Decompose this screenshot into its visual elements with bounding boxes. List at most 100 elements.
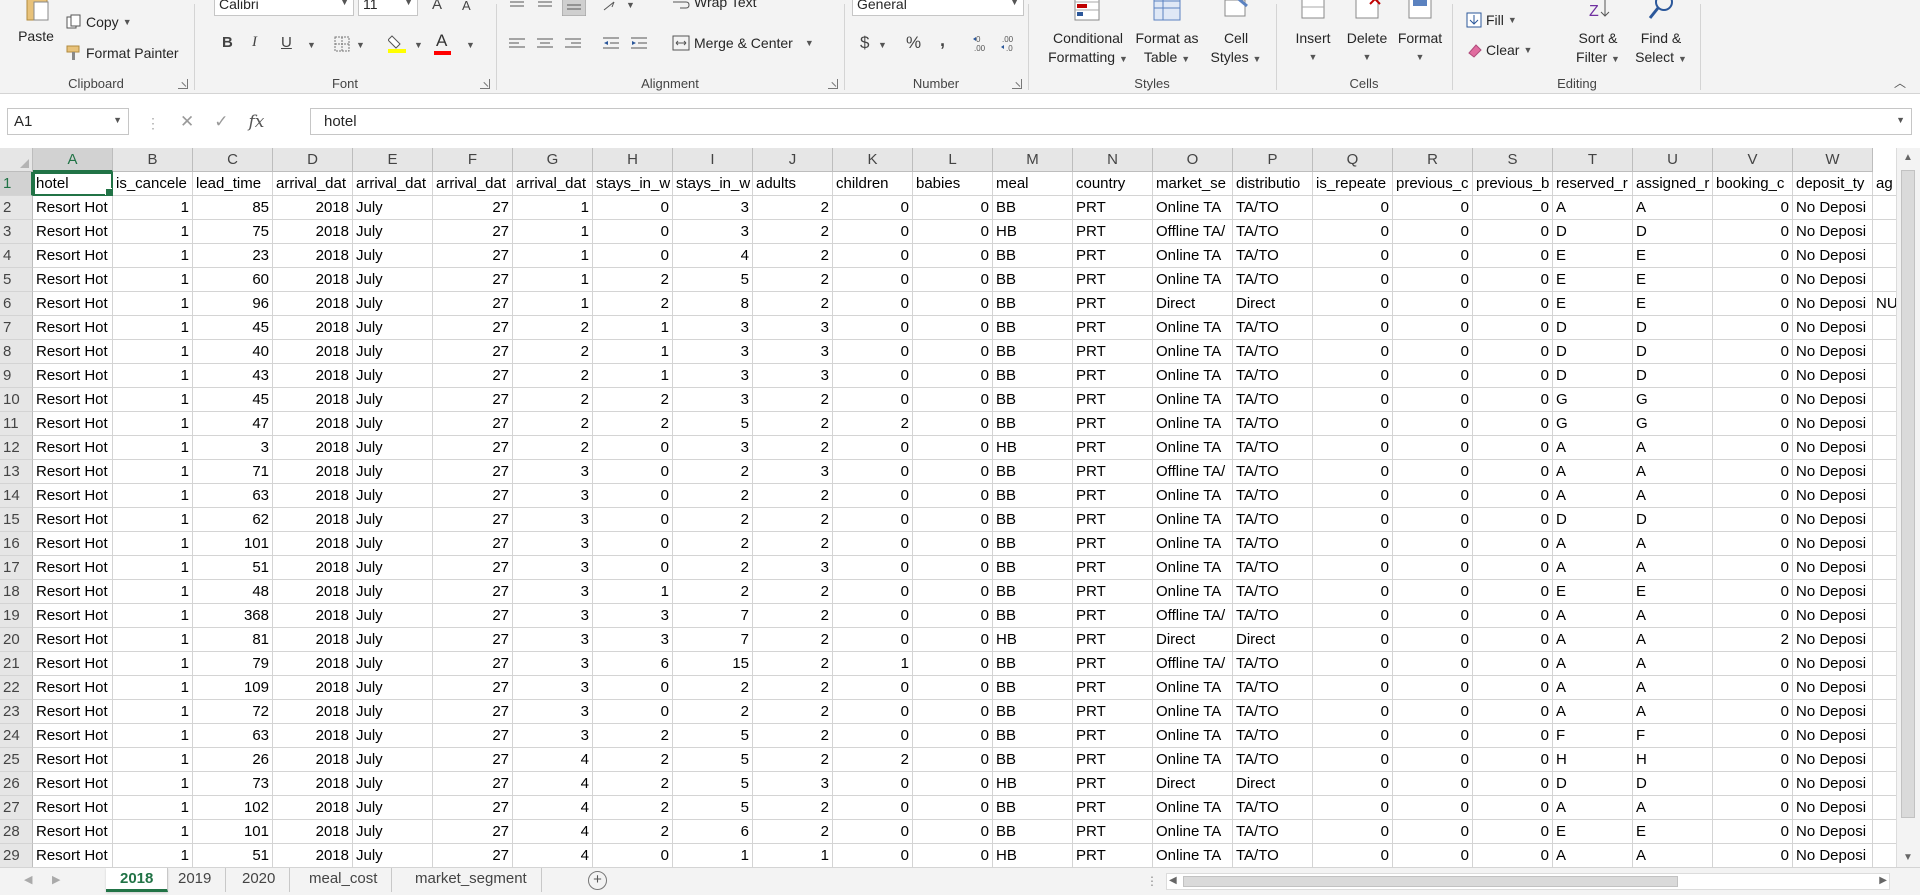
insert-cells-button[interactable]: Insert ▼ <box>1288 0 1338 67</box>
cell[interactable]: BB <box>993 316 1073 340</box>
format-painter-button[interactable]: Format Painter <box>66 45 179 61</box>
cell[interactable]: 0 <box>1473 820 1553 844</box>
cell[interactable]: 27 <box>433 772 513 796</box>
cell[interactable]: E <box>1633 268 1713 292</box>
cell[interactable]: 2 <box>593 268 673 292</box>
cell[interactable]: 0 <box>1393 220 1473 244</box>
cell[interactable]: 4 <box>513 772 593 796</box>
cell[interactable]: 0 <box>1313 796 1393 820</box>
cell[interactable]: 3 <box>513 652 593 676</box>
cell[interactable]: 3 <box>753 460 833 484</box>
cell[interactable]: 27 <box>433 436 513 460</box>
cell[interactable]: 1 <box>113 748 193 772</box>
cell[interactable]: 3 <box>513 460 593 484</box>
cell[interactable]: 3 <box>753 556 833 580</box>
cell[interactable]: July <box>353 268 433 292</box>
cell[interactable]: 0 <box>1393 604 1473 628</box>
cell[interactable]: 75 <box>193 220 273 244</box>
cell[interactable]: No Deposi <box>1793 676 1873 700</box>
cell[interactable]: Resort Hot <box>33 388 113 412</box>
cell[interactable]: 2018 <box>273 292 353 316</box>
cell[interactable]: D <box>1553 340 1633 364</box>
cell[interactable]: 0 <box>593 700 673 724</box>
cell[interactable]: A <box>1633 460 1713 484</box>
cell[interactable]: 0 <box>913 772 993 796</box>
cell[interactable]: A <box>1553 460 1633 484</box>
cell[interactable]: 1 <box>833 652 913 676</box>
cell[interactable]: July <box>353 676 433 700</box>
cell[interactable]: A <box>1633 556 1713 580</box>
cell[interactable]: 27 <box>433 316 513 340</box>
cell[interactable]: A <box>1553 700 1633 724</box>
cell[interactable]: 0 <box>913 796 993 820</box>
cell[interactable] <box>1873 364 1896 388</box>
cell[interactable]: 0 <box>913 220 993 244</box>
cell[interactable]: 0 <box>833 316 913 340</box>
cell[interactable]: 0 <box>833 772 913 796</box>
cell[interactable]: 0 <box>1713 196 1793 220</box>
underline-button[interactable]: U <box>281 34 292 51</box>
cell[interactable]: 27 <box>433 196 513 220</box>
increase-font-size-button[interactable]: A <box>432 0 442 13</box>
cell[interactable]: 2018 <box>273 556 353 580</box>
cell[interactable]: 2018 <box>273 316 353 340</box>
cell[interactable]: Direct <box>1153 772 1233 796</box>
cell[interactable]: BB <box>993 244 1073 268</box>
cell[interactable]: 0 <box>1313 316 1393 340</box>
cell[interactable]: E <box>1633 244 1713 268</box>
cell[interactable]: A <box>1633 436 1713 460</box>
cell[interactable]: 2 <box>753 700 833 724</box>
cell[interactable]: E <box>1553 580 1633 604</box>
cell[interactable]: TA/TO <box>1233 556 1313 580</box>
cell[interactable]: 0 <box>833 796 913 820</box>
conditional-formatting-button[interactable]: Conditional Formatting ▼ <box>1048 0 1128 69</box>
cell[interactable]: 0 <box>1713 700 1793 724</box>
cell[interactable]: BB <box>993 700 1073 724</box>
cell[interactable]: 0 <box>1473 196 1553 220</box>
cell[interactable]: PRT <box>1073 508 1153 532</box>
orientation-dropdown-icon[interactable]: ▼ <box>626 0 635 10</box>
cell[interactable]: 0 <box>1313 676 1393 700</box>
cell[interactable]: Resort Hot <box>33 700 113 724</box>
cell[interactable]: TA/TO <box>1233 700 1313 724</box>
cell[interactable]: 2 <box>753 508 833 532</box>
cell[interactable]: NU <box>1873 292 1896 316</box>
cell[interactable]: 2 <box>753 820 833 844</box>
cell[interactable]: No Deposi <box>1793 700 1873 724</box>
cell[interactable]: Resort Hot <box>33 196 113 220</box>
cell[interactable]: Offline TA/ <box>1153 460 1233 484</box>
cell[interactable]: Resort Hot <box>33 484 113 508</box>
cell[interactable]: Resort Hot <box>33 652 113 676</box>
cell[interactable]: Online TA <box>1153 244 1233 268</box>
cell[interactable]: Online TA <box>1153 268 1233 292</box>
cell[interactable]: 0 <box>1393 844 1473 867</box>
font-color-button[interactable]: A <box>434 31 451 55</box>
cell[interactable]: 1 <box>113 316 193 340</box>
cell[interactable]: No Deposi <box>1793 244 1873 268</box>
cell[interactable]: 2 <box>753 196 833 220</box>
cell[interactable]: BB <box>993 340 1073 364</box>
cell[interactable]: 1 <box>113 412 193 436</box>
cell[interactable] <box>1873 724 1896 748</box>
cell[interactable] <box>1873 700 1896 724</box>
cell[interactable]: 6 <box>593 652 673 676</box>
cell[interactable]: 0 <box>1393 364 1473 388</box>
cell[interactable]: 3 <box>593 628 673 652</box>
cell[interactable] <box>1873 412 1896 436</box>
cell[interactable]: July <box>353 292 433 316</box>
cell[interactable]: 3 <box>513 676 593 700</box>
cell[interactable]: 26 <box>193 748 273 772</box>
cell[interactable]: 2 <box>513 412 593 436</box>
cell[interactable]: 0 <box>1393 484 1473 508</box>
cell[interactable]: H <box>1633 748 1713 772</box>
cell[interactable]: BB <box>993 196 1073 220</box>
cell[interactable]: 0 <box>833 340 913 364</box>
cell[interactable]: Resort Hot <box>33 268 113 292</box>
cell[interactable]: 2 <box>753 652 833 676</box>
cell[interactable]: July <box>353 460 433 484</box>
cell[interactable]: 27 <box>433 412 513 436</box>
cell[interactable] <box>1873 844 1896 867</box>
cell[interactable]: 0 <box>1473 220 1553 244</box>
cell[interactable]: 0 <box>1713 796 1793 820</box>
cell[interactable]: 2018 <box>273 532 353 556</box>
